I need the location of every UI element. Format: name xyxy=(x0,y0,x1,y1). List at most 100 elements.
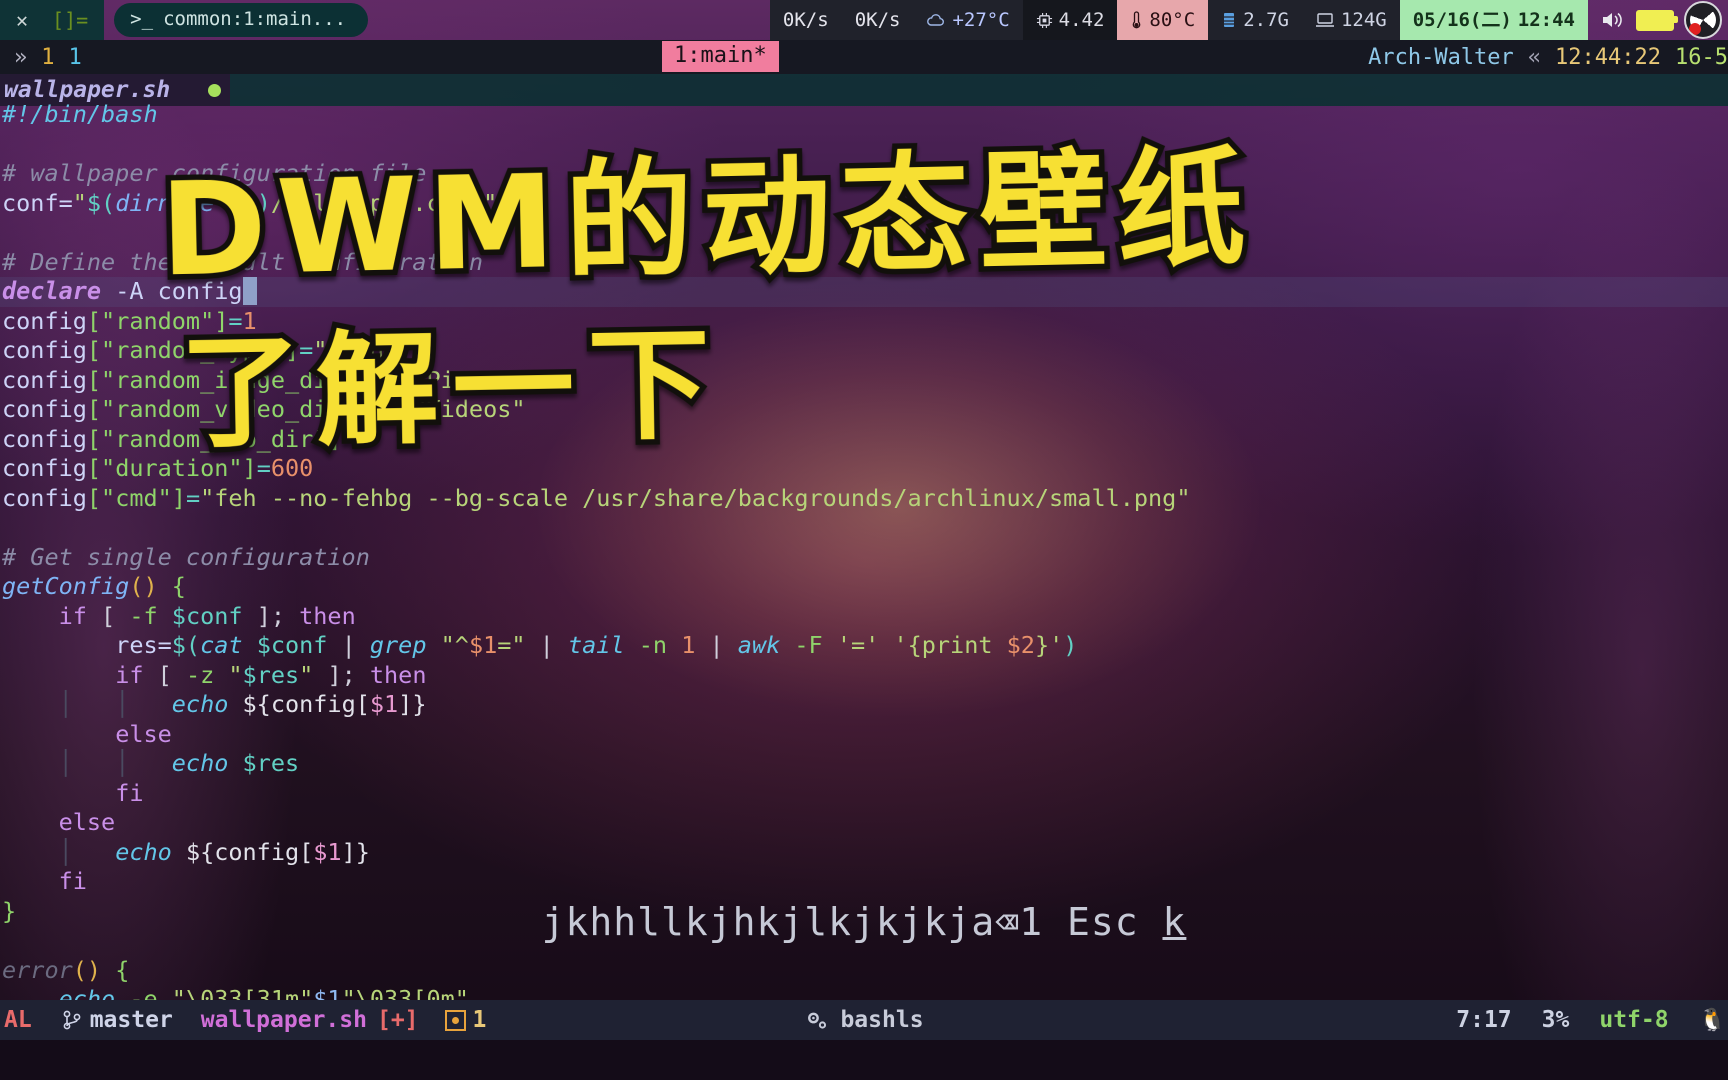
status-cpu: 4.42 xyxy=(1022,0,1118,40)
code-line: #!/bin/bash xyxy=(2,100,158,128)
dwm-status-modules: 0K/s 0K/s +27°C 4.42 80°C 2.7G 124G 05/1… xyxy=(769,0,1588,40)
dwm-window-title: common:1:main... xyxy=(163,8,347,30)
vim-code-area[interactable]: #!/bin/bash # wallpaper configuration fi… xyxy=(0,100,1728,1013)
tmux-status-bar: » 1 1 1:main* Arch-Walter « 12:44:22 16-… xyxy=(0,40,1728,74)
speaker-icon[interactable] xyxy=(1600,9,1626,31)
dwm-tag-list: ✕ []= xyxy=(0,0,105,40)
cpu-icon xyxy=(1036,12,1052,28)
status-weather: +27°C xyxy=(913,0,1023,40)
status-datetime: 05/16(二) 12:44 xyxy=(1399,0,1588,40)
vim-status-right: 7:17 3% utf-8 🐧 xyxy=(1456,1007,1726,1033)
vim-scroll-percent: 3% xyxy=(1541,1007,1570,1033)
code-line: config["random_type"]="image" xyxy=(2,336,413,364)
code-line: if [ -z "$res" ]; then xyxy=(115,660,427,689)
bottom-edge-strip xyxy=(0,1040,1728,1080)
git-branch-icon xyxy=(63,1010,81,1030)
tmux-window-active[interactable]: 1:main* xyxy=(662,41,779,72)
vim-buffer-tab-wallpaper-sh[interactable]: wallpaper.sh xyxy=(0,77,170,103)
vim-git-branch-label: master xyxy=(89,1007,173,1033)
code-line: else xyxy=(115,719,172,748)
memory-icon xyxy=(1224,13,1235,27)
code-line: config["random"]=1 xyxy=(2,306,257,335)
code-line: # wallpaper configuration file xyxy=(2,159,427,187)
status-date: 05/16(二) xyxy=(1412,9,1512,31)
modified-dot-icon xyxy=(208,83,222,97)
vim-encoding: utf-8 xyxy=(1599,1007,1669,1033)
status-memory: 2.7G xyxy=(1208,0,1302,40)
code-line: # Get single configuration xyxy=(2,542,370,571)
vim-cursor-position: 7:17 xyxy=(1456,1007,1512,1033)
code-line: if [ -f $conf ]; then xyxy=(58,601,356,630)
keystroke-display: jkhhllkjhkjlkjkjkja⌫1 Esc k xyxy=(0,900,1728,944)
tmux-window-list[interactable]: 1:main* xyxy=(662,41,779,72)
code-line: fi xyxy=(58,867,87,895)
vim-status-line: AL master wallpaper.sh [+] 1 bashls 7:17… xyxy=(0,1000,1728,1040)
battery-icon[interactable] xyxy=(1636,9,1678,31)
thermometer-icon xyxy=(1133,11,1141,29)
code-line: fi xyxy=(115,778,144,807)
code-line: error() { xyxy=(2,955,130,984)
tmux-pane-index: 1 xyxy=(68,44,82,70)
code-line: │ │ echo $res xyxy=(58,749,300,777)
status-weather-temp: +27°C xyxy=(952,9,1010,31)
tmux-separator: « xyxy=(1527,44,1542,70)
vim-mode-indicator: AL xyxy=(4,1007,32,1033)
code-line: config["random_video_dir"]="~/Videos" xyxy=(2,395,526,423)
code-line: │ echo ${config[$1]} xyxy=(58,837,370,866)
keycast-after: 1 Esc xyxy=(1019,900,1139,944)
code-line: config["duration"]=600 xyxy=(2,454,314,482)
code-line: config["cmd"]="feh --no-fehbg --bg-scale… xyxy=(2,483,1191,512)
code-line: res=$(cat $conf | grep "^$1=" | tail -n … xyxy=(115,631,1078,659)
vim-lsp-client: bashls xyxy=(804,1007,924,1033)
dwm-status-bar: ✕ []= >_ common:1:main... 0K/s 0K/s +27°… xyxy=(0,0,1728,40)
desktop-root: ✕ []= >_ common:1:main... 0K/s 0K/s +27°… xyxy=(0,0,1728,1080)
keycast-keys: jkhhllkjhkjlkjkjkja xyxy=(541,900,996,944)
system-tray xyxy=(1588,0,1728,40)
status-cpu-load: 4.42 xyxy=(1058,9,1105,31)
code-line: config["random_sub_dir"]=1 xyxy=(2,424,370,453)
status-disk-value: 124G xyxy=(1340,9,1387,31)
dwm-window-title-button[interactable]: >_ common:1:main... xyxy=(114,3,369,37)
tmux-date: 16-5 xyxy=(1675,44,1728,70)
tmux-left-section: » 1 1 xyxy=(0,45,82,70)
status-disk: 124G xyxy=(1301,0,1400,40)
code-line: conf="$(dirname $0)/wallpaper.conf" xyxy=(2,188,498,217)
vim-modified-flag: [+] xyxy=(376,1007,419,1033)
dwm-tag-1[interactable]: ✕ xyxy=(4,0,40,40)
vim-warning-count: 1 xyxy=(472,1007,487,1033)
terminal-icon: >_ xyxy=(130,8,154,30)
tmux-session-index: 1 xyxy=(41,44,55,70)
vim-diagnostics-warnings[interactable]: 1 xyxy=(444,1007,487,1033)
code-line: # Define the default configuration xyxy=(2,247,484,276)
tmux-prefix-icon: » xyxy=(14,44,28,70)
vim-window: wallpaper.sh #!/bin/bash # wallpaper con… xyxy=(0,74,1728,1014)
backspace-icon: ⌫ xyxy=(995,900,1020,944)
warning-icon xyxy=(444,1009,466,1031)
cloud-icon xyxy=(927,14,945,26)
status-time: 12:44 xyxy=(1517,9,1575,31)
tmux-right-section: Arch-Walter « 12:44:22 16-5 xyxy=(1368,40,1728,74)
gear-icon xyxy=(808,1012,827,1029)
obs-icon[interactable] xyxy=(1684,1,1722,39)
linux-tux-icon: 🐧 xyxy=(1698,1007,1726,1033)
code-line: getConfig() { xyxy=(2,572,186,600)
status-temperature: 80°C xyxy=(1117,0,1209,40)
vim-filename: wallpaper.sh xyxy=(200,1007,367,1033)
tmux-clock: 12:44:22 xyxy=(1555,44,1662,70)
code-line: else xyxy=(58,808,116,836)
vim-git-branch: master xyxy=(62,1007,173,1033)
status-net-down: 0K/s xyxy=(769,0,842,40)
vim-lsp-name: bashls xyxy=(840,1007,924,1033)
code-line: config["random_image_dir"]="~/Pictures" xyxy=(2,365,554,394)
tmux-hostname: Arch-Walter xyxy=(1368,44,1514,70)
status-memory-value: 2.7G xyxy=(1243,9,1289,31)
disk-icon xyxy=(1315,13,1334,27)
status-net-up: 0K/s xyxy=(841,0,914,40)
keycast-last-key: k xyxy=(1162,900,1187,944)
status-temperature-value: 80°C xyxy=(1149,9,1196,31)
dwm-layout-indicator[interactable]: []= xyxy=(40,0,100,40)
code-line: declare -A config xyxy=(0,277,1728,307)
